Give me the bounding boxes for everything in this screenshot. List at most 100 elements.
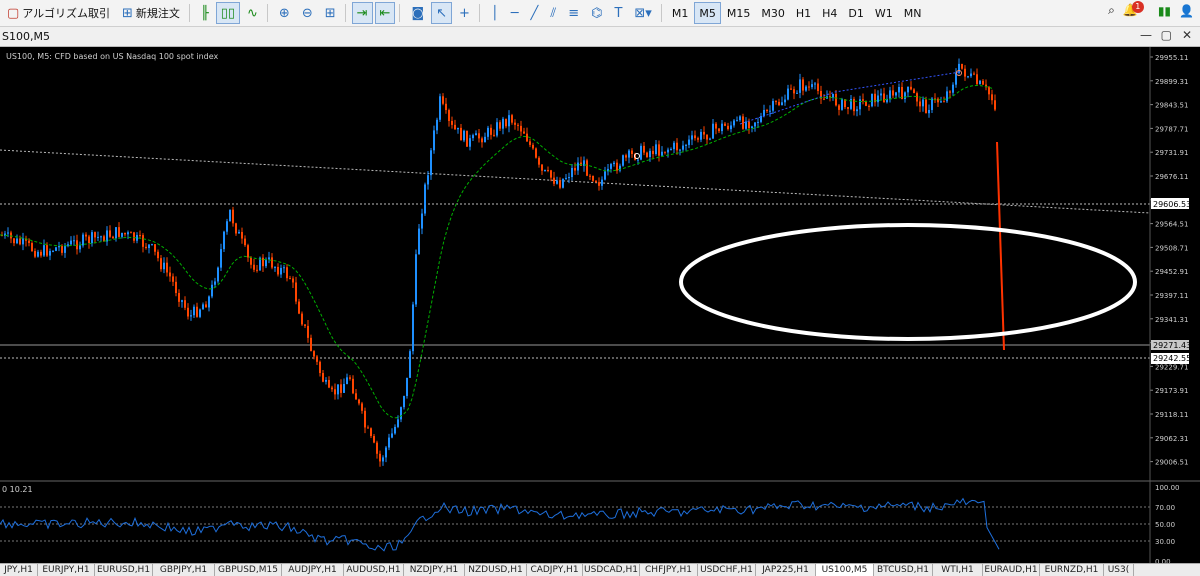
screenshot-button[interactable]: ◙: [406, 2, 429, 24]
bar-chart-button[interactable]: ╟: [196, 2, 214, 24]
algo-trading-button[interactable]: ▢ アルゴリズム取引: [2, 2, 115, 24]
candle-body: [799, 79, 801, 93]
timeframe-h4[interactable]: H4: [817, 2, 842, 24]
grid-button[interactable]: ⊞: [320, 2, 341, 24]
candle-body: [712, 123, 714, 139]
candle-body: [337, 384, 339, 395]
candle-body: [964, 68, 966, 77]
candle-body: [811, 84, 813, 88]
symbol-tab[interactable]: EURNZD,H1: [1040, 564, 1104, 576]
symbol-tab[interactable]: GBPUSD,M15: [215, 564, 282, 576]
candle-body: [187, 307, 189, 317]
vertical-line-button[interactable]: │: [486, 2, 504, 24]
shapes-button[interactable]: ⌬: [586, 2, 607, 24]
symbol-tab[interactable]: BTCUSD,H1: [874, 564, 933, 576]
symbol-tab[interactable]: EURJPY,H1: [38, 564, 95, 576]
symbol-tab[interactable]: CHFJPY,H1: [640, 564, 698, 576]
candle-body: [469, 138, 471, 147]
user-icon[interactable]: 👤: [1179, 4, 1194, 18]
candle-body: [142, 235, 144, 247]
timeframe-d1[interactable]: D1: [843, 2, 868, 24]
candle-body: [352, 378, 354, 394]
symbol-tab[interactable]: EURUSD,H1: [95, 564, 153, 576]
minimize-button[interactable]: —: [1140, 28, 1152, 42]
candle-body: [589, 175, 591, 177]
candle-body: [61, 246, 63, 253]
candle-body: [604, 171, 606, 180]
close-button[interactable]: ✕: [1182, 28, 1192, 42]
symbol-tab[interactable]: JAP225,H1: [756, 564, 816, 576]
symbol-tab[interactable]: NZDUSD,H1: [465, 564, 527, 576]
timeframe-mn[interactable]: MN: [899, 2, 927, 24]
symbol-tab[interactable]: EURAUD,H1: [983, 564, 1040, 576]
symbol-tab[interactable]: AUDUSD,H1: [344, 564, 404, 576]
timeframe-m1[interactable]: M1: [667, 2, 694, 24]
candle-body: [601, 179, 603, 186]
price-tick-label: 29006.51: [1155, 459, 1188, 467]
cursor-button[interactable]: ↖: [431, 2, 452, 24]
symbol-tab[interactable]: US100,M5: [816, 564, 874, 576]
timeframe-w1[interactable]: W1: [870, 2, 898, 24]
candle-body: [724, 123, 726, 126]
zoom-in-button[interactable]: ⊕: [274, 2, 295, 24]
line-chart-button[interactable]: ∿: [242, 2, 263, 24]
text-icon: T: [614, 5, 623, 21]
chart-shift-button[interactable]: ⇤: [374, 2, 396, 24]
candle-body: [742, 116, 744, 129]
symbol-tab[interactable]: CADJPY,H1: [527, 564, 583, 576]
candle-body: [682, 145, 684, 150]
symbol-tab[interactable]: USDCHF,H1: [698, 564, 756, 576]
timeframe-m30[interactable]: M30: [756, 2, 790, 24]
symbol-tab[interactable]: WTI,H1: [933, 564, 983, 576]
autoscroll-button[interactable]: ⇥: [351, 2, 373, 24]
fibonacci-button[interactable]: ≡: [563, 2, 584, 24]
candle-body: [154, 244, 156, 252]
candle-body: [703, 131, 705, 135]
candle-body: [937, 98, 939, 103]
grid-icon: ⊞: [324, 5, 336, 21]
text-button[interactable]: T: [609, 2, 627, 24]
notifications-button[interactable]: 🔔1: [1123, 1, 1150, 18]
symbol-tab[interactable]: AUDJPY,H1: [282, 564, 344, 576]
candle-body: [364, 410, 366, 428]
candle-body: [22, 238, 24, 245]
candle-body: [892, 90, 894, 96]
candle-body: [394, 426, 396, 434]
horizontal-line-button[interactable]: ─: [506, 2, 524, 24]
symbol-tab[interactable]: USDCAD,H1: [583, 564, 640, 576]
candle-body: [916, 93, 918, 102]
candle-body: [409, 351, 411, 378]
candle-body: [493, 134, 495, 136]
symbol-tab[interactable]: GBPJPY,H1: [153, 564, 215, 576]
candle-body: [172, 276, 174, 282]
timeframe-m5[interactable]: M5: [694, 2, 721, 24]
restore-button[interactable]: ▢: [1161, 28, 1172, 42]
new-order-button[interactable]: ⊞ 新規注文: [117, 2, 185, 24]
trendline-button[interactable]: ╱: [526, 2, 544, 24]
price-tick-label: 29062.31: [1155, 435, 1188, 443]
candle-body: [592, 176, 594, 181]
candle-body: [898, 86, 900, 93]
crosshair-button[interactable]: +: [454, 2, 475, 24]
chart-area[interactable]: US100, M5: CFD based on US Nasdaq 100 sp…: [0, 47, 1200, 566]
candle-chart-button[interactable]: ▯▯: [215, 2, 241, 24]
candle-body: [349, 377, 351, 379]
indicator-label: 0 10.21: [2, 485, 33, 494]
channel-button[interactable]: ⫽: [545, 2, 561, 24]
candle-body: [496, 122, 498, 136]
candle-body: [529, 141, 531, 145]
candle-body: [868, 105, 870, 107]
objects-menu-button[interactable]: ⊠▾: [629, 2, 656, 24]
symbol-tab[interactable]: US3(: [1104, 564, 1134, 576]
search-icon[interactable]: ⌕: [1108, 3, 1115, 18]
chart-info-label: US100, M5: CFD based on US Nasdaq 100 sp…: [6, 52, 219, 61]
candle-body: [37, 251, 39, 257]
zoom-out-button[interactable]: ⊖: [297, 2, 318, 24]
candle-body: [652, 150, 654, 155]
timeframe-m15[interactable]: M15: [722, 2, 756, 24]
timeframe-h1[interactable]: H1: [791, 2, 816, 24]
symbol-tab[interactable]: NZDJPY,H1: [404, 564, 465, 576]
symbol-tab[interactable]: JPY,H1: [0, 564, 38, 576]
cursor-icon: ↖: [436, 5, 447, 21]
candle-body: [331, 387, 333, 390]
